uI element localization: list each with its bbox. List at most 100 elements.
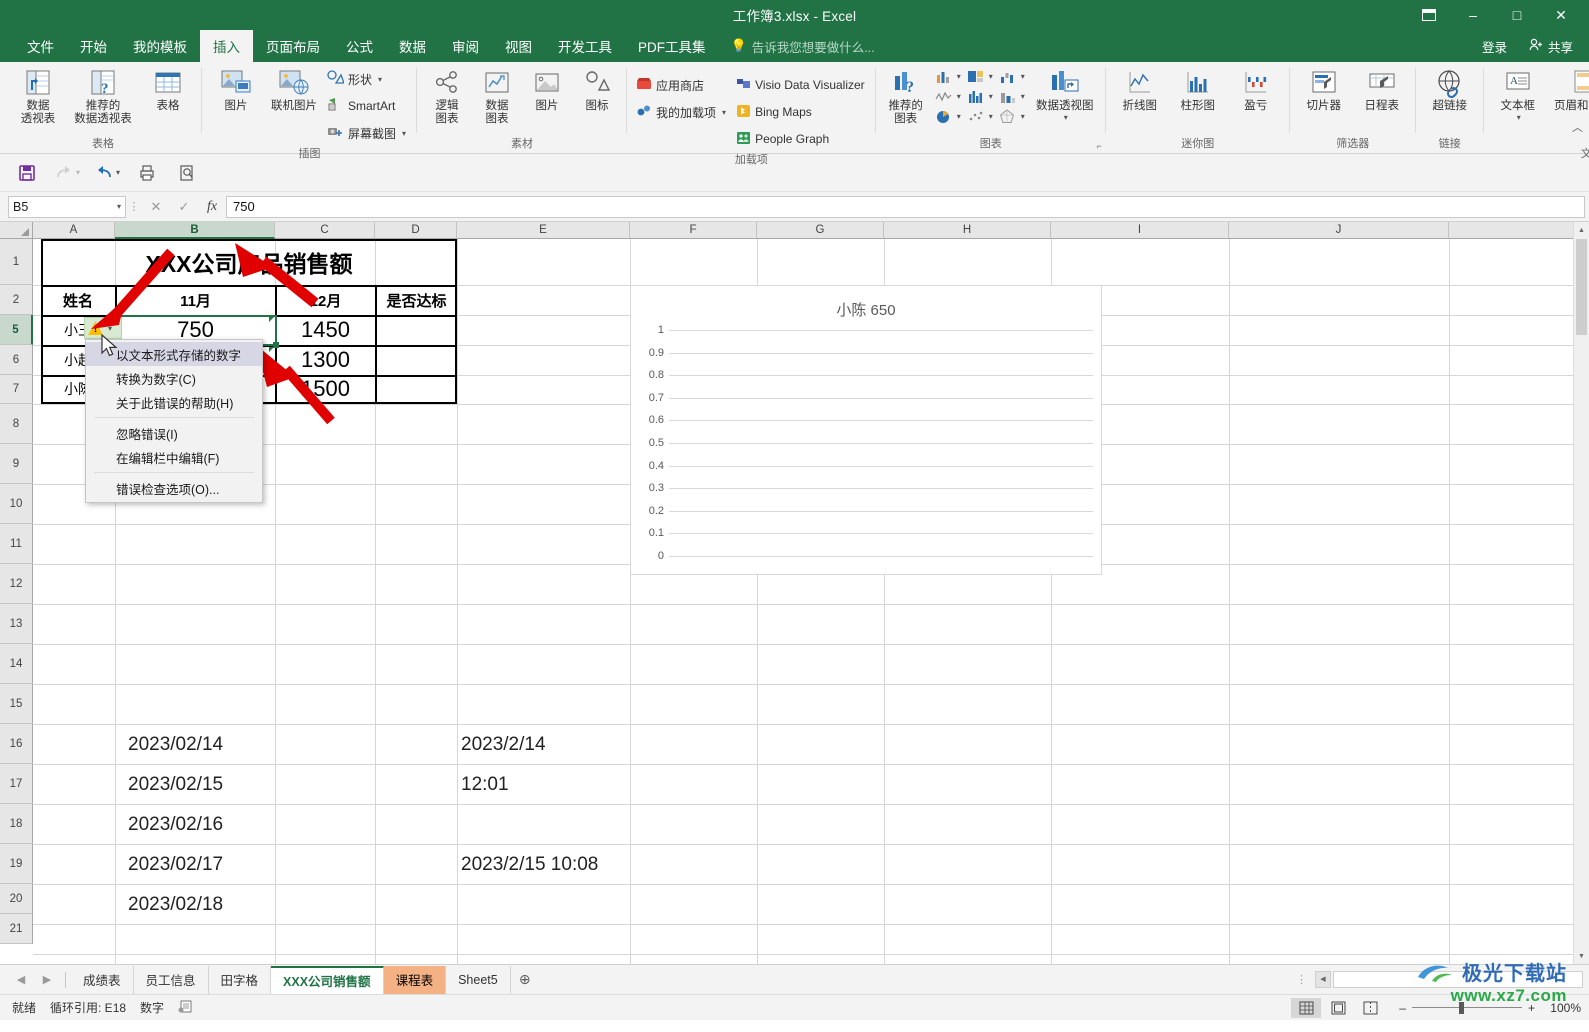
zoom-slider-thumb[interactable]	[1458, 1001, 1464, 1014]
chevron-down-icon[interactable]: ▾	[117, 202, 121, 211]
date-cell-e16[interactable]: 12:01	[461, 766, 626, 804]
scroll-up-button[interactable]: ▲	[1574, 222, 1589, 238]
sign-in-button[interactable]: 登录	[1474, 35, 1515, 58]
name-box[interactable]: B5 ▾	[8, 195, 126, 218]
ribbon-tab-my-templates[interactable]: 我的模板	[120, 30, 200, 62]
zoom-in-button[interactable]: +	[1528, 1001, 1535, 1015]
normal-view-icon[interactable]	[1291, 997, 1322, 1018]
column-header-A[interactable]: A	[33, 222, 115, 239]
online-picture-button[interactable]: 联机图片	[266, 65, 322, 115]
collapse-ribbon-button[interactable]: ︿	[1572, 119, 1583, 135]
recommended-pivot-button[interactable]: ? 推荐的 数据透视表	[68, 65, 138, 128]
recommended-charts-button[interactable]: ? 推荐的 图表	[882, 65, 930, 128]
data-diagram-button[interactable]: 数据 图表	[473, 65, 521, 128]
column-header-K[interactable]	[1449, 222, 1589, 239]
print-preview-icon[interactable]	[170, 159, 204, 187]
ribbon-tab-formulas[interactable]: 公式	[333, 30, 386, 62]
page-layout-view-icon[interactable]	[1323, 998, 1353, 1018]
row-header-2[interactable]: 2	[0, 285, 33, 315]
picture-button[interactable]: 图片	[208, 65, 264, 115]
sales-table-caption[interactable]: XXX公司产品销售额	[43, 241, 455, 283]
timeline-button[interactable]: 日程表	[1354, 65, 1410, 115]
row-header-21[interactable]: 21	[0, 914, 33, 944]
row-header-1[interactable]: 1	[0, 239, 33, 285]
column-header-B[interactable]: B	[115, 222, 275, 239]
sales-header-name[interactable]: 姓名	[43, 287, 113, 313]
row-header-19[interactable]: 19	[0, 844, 33, 884]
embedded-chart[interactable]: 小陈 650 1 0.9 0.8 0.7 0.6 0.5 0.4 0.3 0.2…	[630, 285, 1102, 575]
ribbon-tab-pdf-tools[interactable]: PDF工具集	[625, 30, 719, 62]
formula-input[interactable]: 750	[226, 195, 1585, 218]
horizontal-scroll-track[interactable]	[1333, 970, 1583, 988]
sheet-tab-chengjibiao[interactable]: 成绩表	[71, 965, 134, 994]
store-button[interactable]: 应用商店	[633, 72, 731, 98]
menu-item-ignore-error[interactable]: 忽略错误(I)	[86, 421, 262, 445]
menu-item-help-on-error[interactable]: 关于此错误的帮助(H)	[86, 390, 262, 414]
row-header-20[interactable]: 20	[0, 884, 33, 914]
ribbon-tab-insert[interactable]: 插入	[200, 30, 253, 62]
ribbon-tab-view[interactable]: 视图	[492, 30, 545, 62]
date-cell-e15[interactable]: 2023/2/14	[461, 726, 626, 764]
column-header-J[interactable]: J	[1229, 222, 1449, 239]
sales-cell-c7[interactable]: 1500	[278, 376, 373, 402]
sales-header-dec[interactable]: 12月	[278, 287, 373, 313]
row-header-15[interactable]: 15	[0, 684, 33, 724]
row-header-7[interactable]: 7	[0, 375, 33, 404]
combo-chart-icon[interactable]: ▾	[996, 87, 1028, 106]
column-header-F[interactable]: F	[630, 222, 757, 239]
scroll-left-button[interactable]: ◀	[1315, 970, 1331, 988]
row-header-16[interactable]: 16	[0, 724, 33, 764]
date-cell-b17[interactable]: 2023/02/16	[128, 806, 273, 844]
hierarchy-chart-icon[interactable]: ▾	[964, 67, 996, 86]
pivot-chart-button[interactable]: 数据透视图 ▾	[1030, 65, 1100, 125]
menu-item-convert-to-number[interactable]: 转换为数字(C)	[86, 366, 262, 390]
pie-chart-icon[interactable]: ▾	[932, 107, 964, 126]
bar-chart-icon[interactable]: ▾	[964, 87, 996, 106]
row-header-14[interactable]: 14	[0, 644, 33, 684]
row-header-17[interactable]: 17	[0, 764, 33, 804]
quick-print-icon[interactable]	[130, 159, 164, 187]
sales-cell-c6[interactable]: 1300	[278, 347, 373, 373]
select-all-button[interactable]	[0, 222, 33, 239]
header-footer-button[interactable]: 页眉和页脚	[1548, 65, 1589, 115]
macro-record-icon[interactable]	[174, 1000, 202, 1016]
row-header-11[interactable]: 11	[0, 524, 33, 564]
row-header-13[interactable]: 13	[0, 604, 33, 644]
chevron-down-icon[interactable]: ▾	[108, 324, 112, 333]
ribbon-tab-home[interactable]: 开始	[67, 30, 120, 62]
smartart-button[interactable]: SmartArt	[324, 93, 411, 119]
vertical-scrollbar[interactable]: ▲ ▼	[1573, 222, 1589, 964]
ribbon-tab-page-layout[interactable]: 页面布局	[253, 30, 333, 62]
radar-chart-icon[interactable]: ▾	[996, 107, 1028, 126]
prev-sheet-button[interactable]: ◀	[8, 969, 34, 991]
add-sheet-button[interactable]: ⊕	[511, 967, 539, 993]
zoom-out-button[interactable]: –	[1399, 1001, 1406, 1015]
sparkline-winloss-button[interactable]: 盈亏	[1228, 65, 1284, 115]
row-header-8[interactable]: 8	[0, 404, 33, 444]
close-button[interactable]: ✕	[1539, 0, 1583, 30]
textbox-button[interactable]: A 文本框 ▾	[1490, 65, 1546, 125]
share-button[interactable]: 共享	[1521, 35, 1581, 58]
sparkline-column-button[interactable]: 柱形图	[1170, 65, 1226, 115]
row-header-6[interactable]: 6	[0, 345, 33, 375]
column-header-D[interactable]: D	[375, 222, 457, 239]
horizontal-scrollbar[interactable]: ⋮ ◀	[1290, 969, 1583, 989]
cancel-icon[interactable]: ✕	[142, 196, 170, 218]
column-header-G[interactable]: G	[757, 222, 884, 239]
ribbon-display-options-icon[interactable]	[1407, 0, 1451, 30]
fx-icon[interactable]: fx	[198, 196, 226, 218]
row-header-9[interactable]: 9	[0, 444, 33, 484]
column-header-C[interactable]: C	[275, 222, 375, 239]
menu-item-edit-in-formula-bar[interactable]: 在编辑栏中编辑(F)	[86, 445, 262, 469]
vertical-scroll-thumb[interactable]	[1576, 239, 1587, 335]
scatter-chart-icon[interactable]: ▾	[964, 107, 996, 126]
zoom-level-label[interactable]: 100%	[1541, 1001, 1581, 1015]
sheet-tab-sheet5[interactable]: Sheet5	[446, 965, 511, 994]
table-button[interactable]: 表格	[140, 65, 196, 115]
date-cell-b19[interactable]: 2023/02/18	[128, 886, 273, 924]
waterfall-chart-icon[interactable]: ▾	[996, 67, 1028, 86]
cells-area[interactable]: XXX公司产品销售额 姓名 11月 12月 是否达标 小王 750 1450 小…	[33, 239, 1589, 964]
material-icon-button[interactable]: 图标	[573, 65, 621, 115]
date-cell-b15[interactable]: 2023/02/14	[128, 726, 273, 764]
minimize-button[interactable]: –	[1451, 0, 1495, 30]
